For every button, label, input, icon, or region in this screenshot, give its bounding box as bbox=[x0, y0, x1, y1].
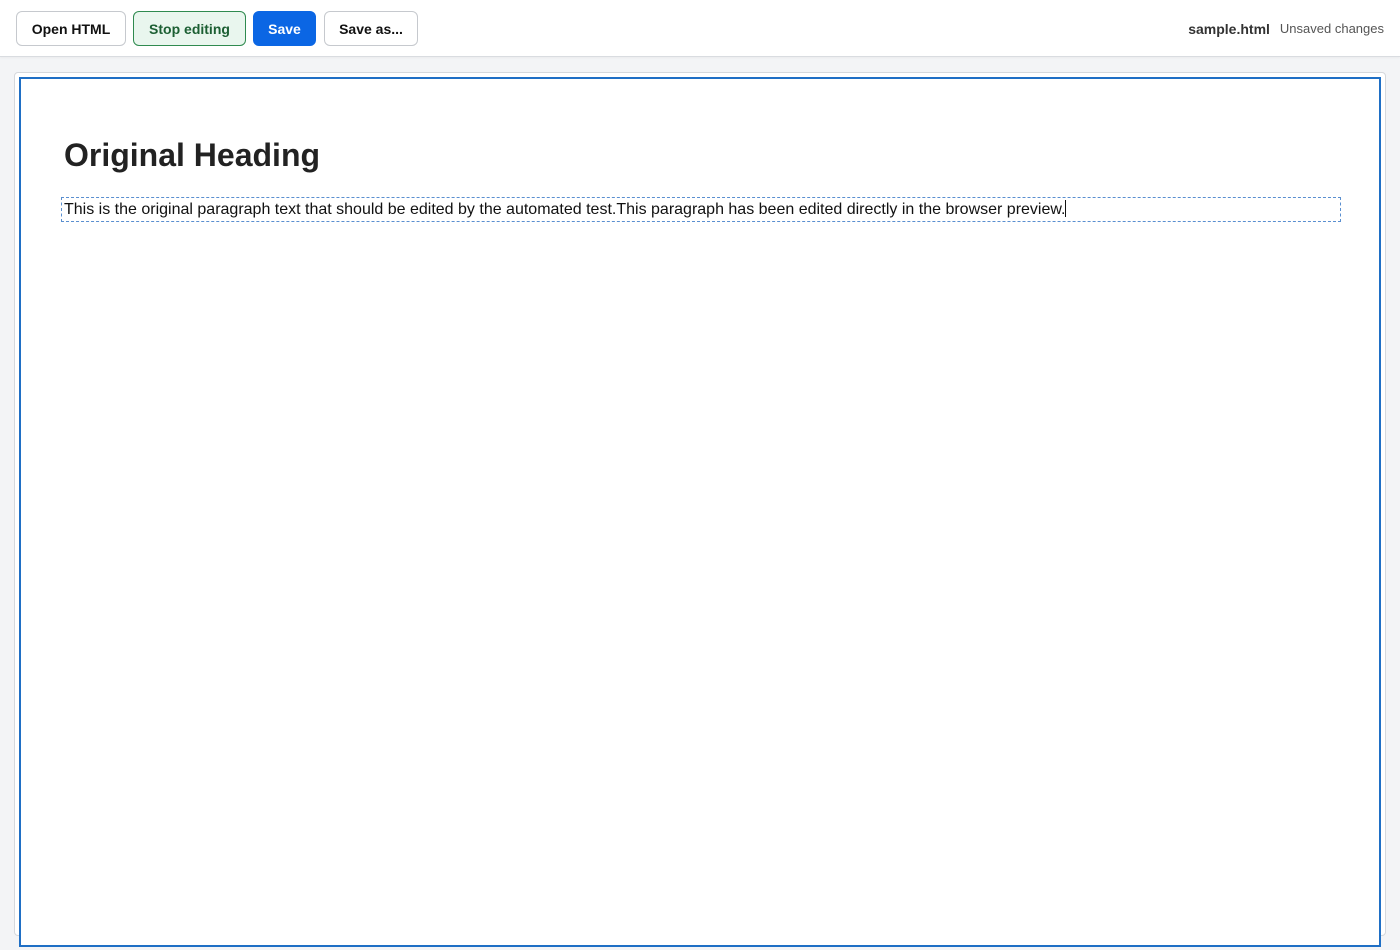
stop-editing-button[interactable]: Stop editing bbox=[133, 11, 246, 46]
document-heading[interactable]: Original Heading bbox=[64, 137, 320, 174]
save-as-button[interactable]: Save as... bbox=[324, 11, 418, 46]
save-button[interactable]: Save bbox=[253, 11, 316, 46]
toolbar: Open HTML Stop editing Save Save as... s… bbox=[0, 0, 1400, 57]
text-caret bbox=[1065, 200, 1067, 217]
file-name: sample.html bbox=[1188, 20, 1270, 37]
file-info: sample.html Unsaved changes bbox=[1188, 0, 1384, 57]
open-html-button[interactable]: Open HTML bbox=[16, 11, 126, 46]
preview-frame[interactable]: Original Heading This is the original pa… bbox=[19, 77, 1381, 947]
file-status: Unsaved changes bbox=[1279, 21, 1384, 36]
paragraph-text: This is the original paragraph text that… bbox=[64, 201, 1066, 218]
editable-paragraph[interactable]: This is the original paragraph text that… bbox=[61, 197, 1341, 222]
preview-container: Original Heading This is the original pa… bbox=[14, 72, 1386, 947]
